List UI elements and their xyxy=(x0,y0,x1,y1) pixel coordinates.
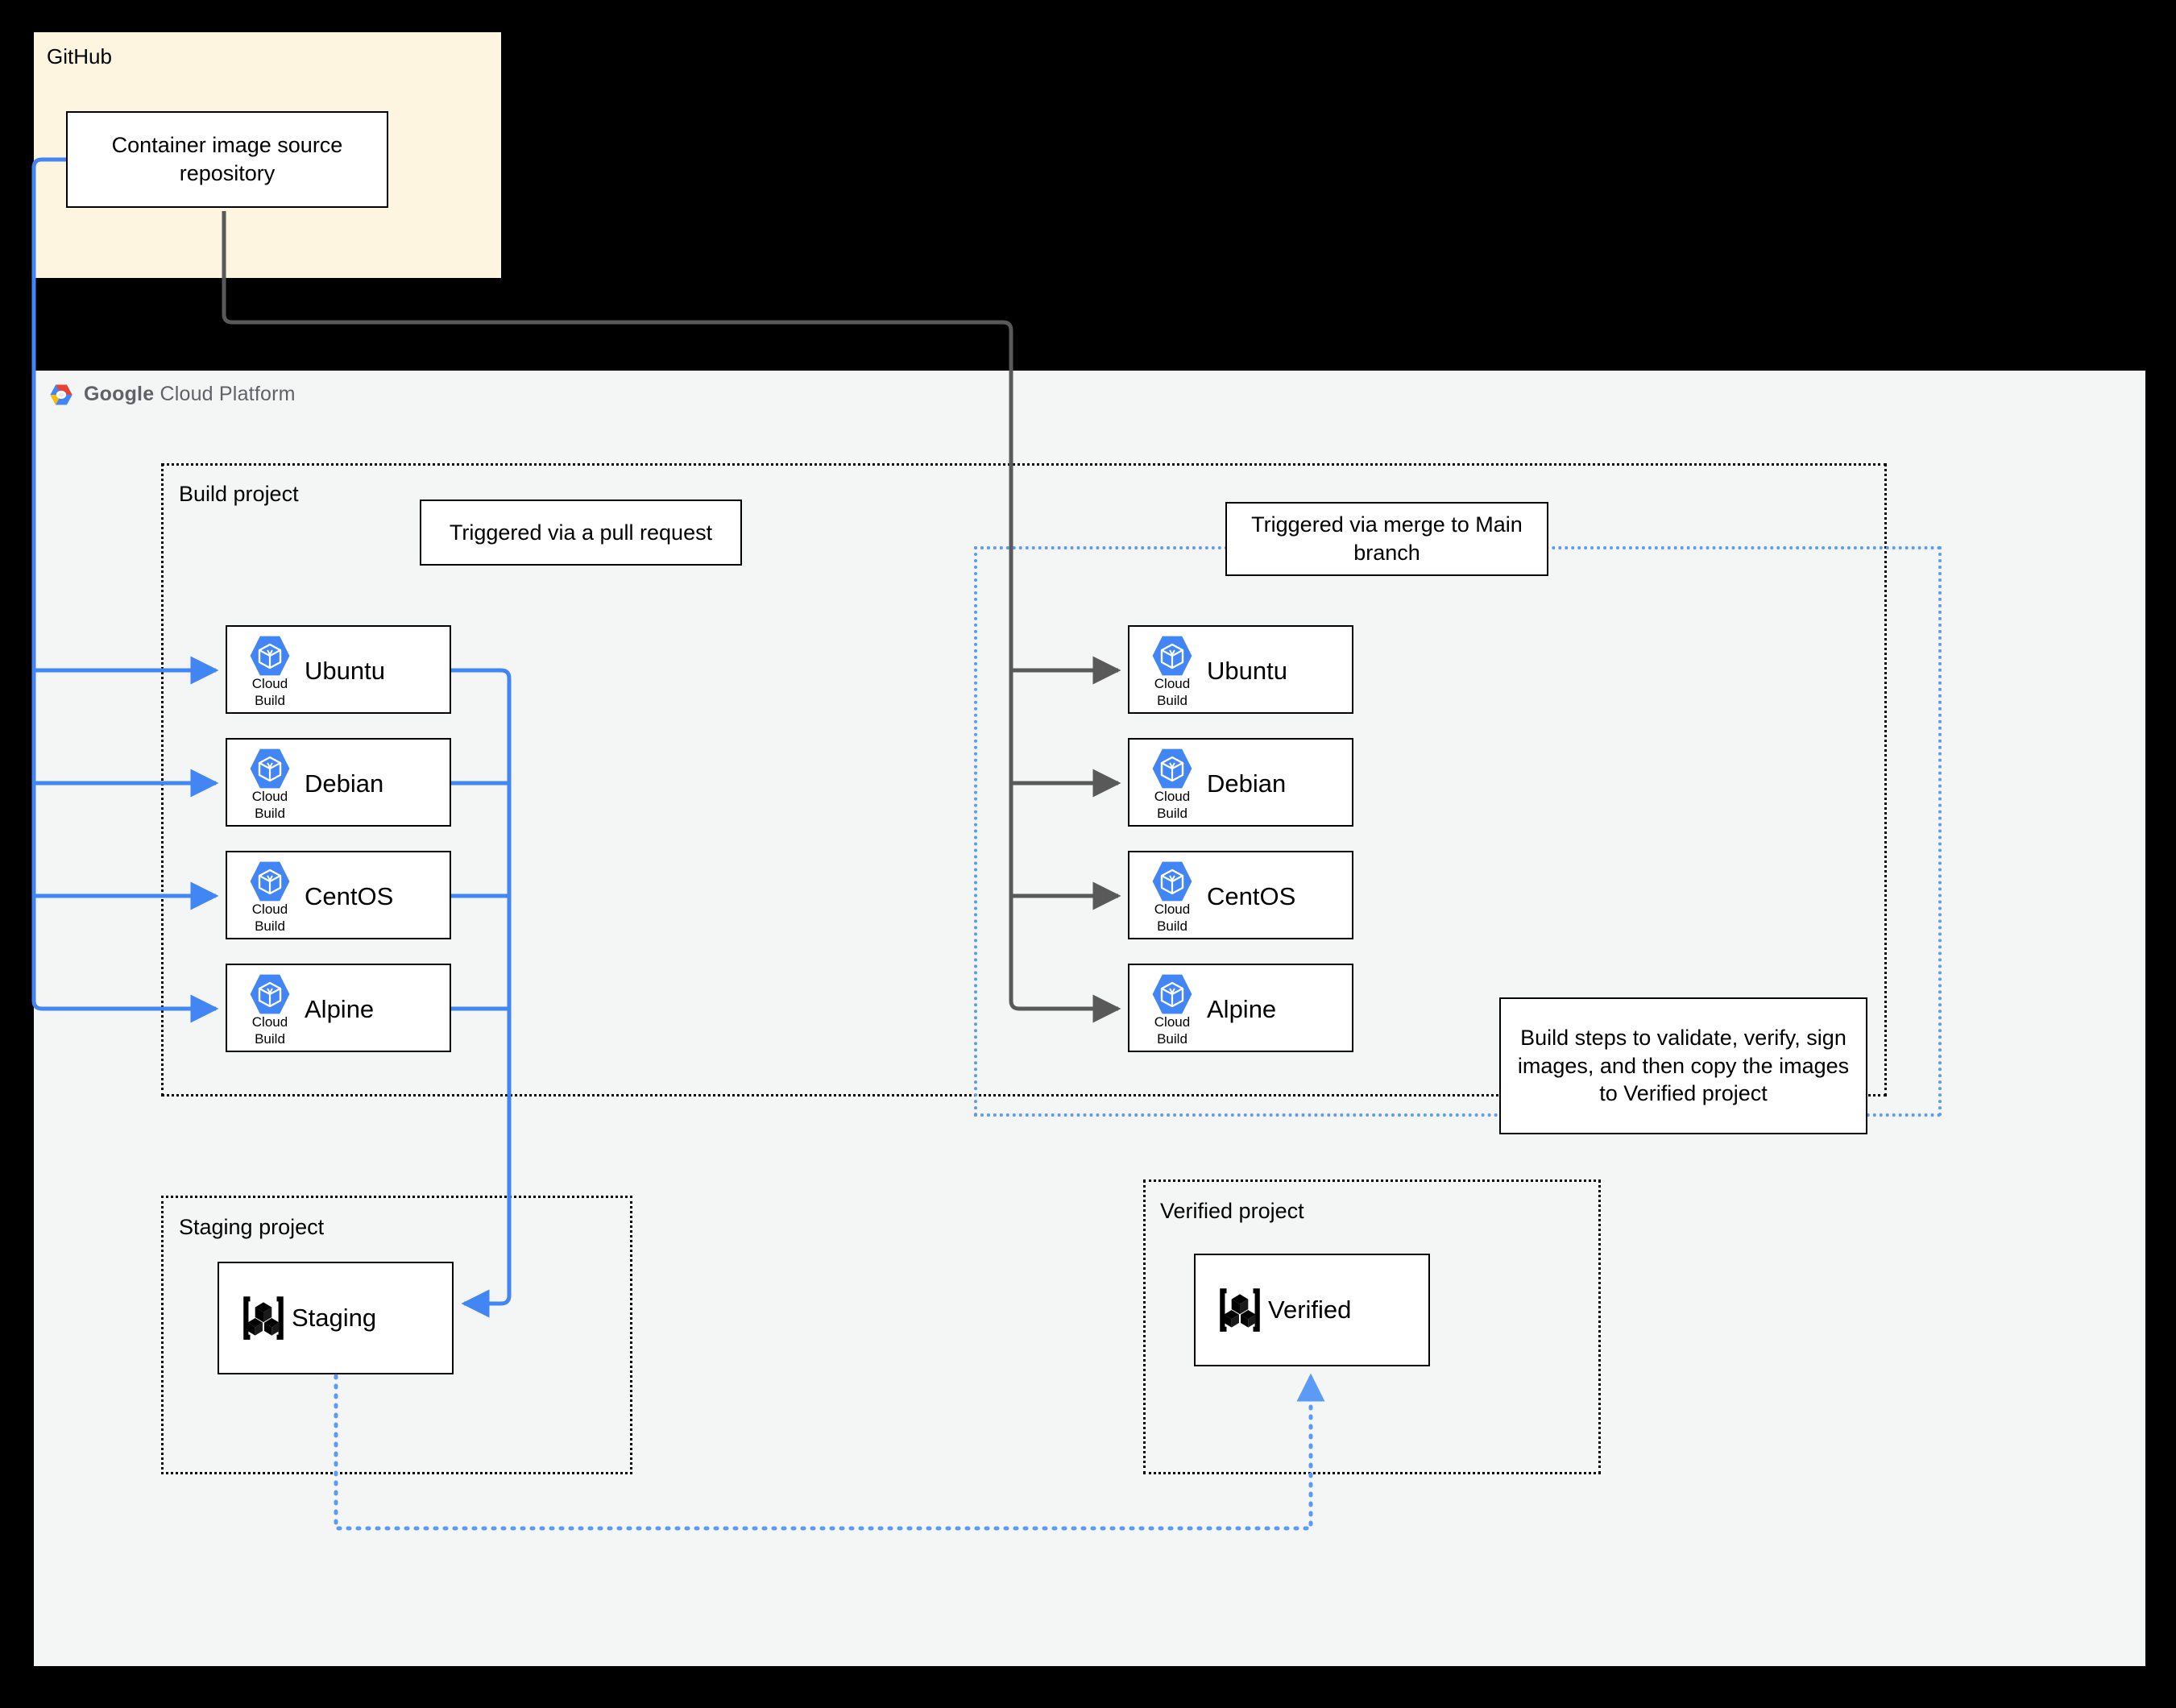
cloud-build-icon xyxy=(250,748,290,789)
cloud-build-node-ubuntu-main[interactable]: Cloud Build Ubuntu xyxy=(1128,625,1353,714)
cloud-build-node-debian-pr[interactable]: Cloud Build Debian xyxy=(226,738,451,827)
cloud-build-sublabel: Cloud Build xyxy=(241,788,299,823)
cloud-build-node-debian-main[interactable]: Cloud Build Debian xyxy=(1128,738,1353,827)
cloud-build-node-label: Alpine xyxy=(305,995,375,1023)
cloud-build-node-label: Ubuntu xyxy=(305,657,385,685)
cloud-build-node-centos-main[interactable]: Cloud Build CentOS xyxy=(1128,851,1353,939)
gcp-logo-row: Google Cloud Platform xyxy=(48,383,296,406)
cloud-build-sublabel-line2: Build xyxy=(1157,1031,1187,1047)
cloud-build-sublabel-line1: Cloud xyxy=(251,1014,288,1030)
cloud-build-sublabel: Cloud Build xyxy=(241,901,299,935)
cloud-build-sublabel: Cloud Build xyxy=(1143,675,1201,710)
verified-project-label: Verified project xyxy=(1160,1199,1304,1223)
cloud-build-icon-wrap: Cloud Build xyxy=(1143,973,1201,1047)
cloud-build-icon xyxy=(1152,748,1192,789)
cloud-build-sublabel-line1: Cloud xyxy=(1154,789,1191,804)
cloud-build-node-label: Ubuntu xyxy=(1207,657,1287,685)
container-image-source-repository-box[interactable]: Container image source repository xyxy=(66,111,388,208)
cloud-build-sublabel-line2: Build xyxy=(1157,918,1187,935)
artifact-registry-label: Staging xyxy=(292,1304,377,1332)
cloud-build-icon-wrap: Cloud Build xyxy=(241,973,299,1047)
cloud-build-sublabel-line2: Build xyxy=(255,693,285,709)
cloud-build-icon-wrap: Cloud Build xyxy=(241,860,299,935)
cloud-build-icon-wrap: Cloud Build xyxy=(1143,748,1201,822)
cloud-build-sublabel-line1: Cloud xyxy=(1154,676,1191,691)
diagram-canvas: GitHub Container image source repository… xyxy=(0,0,2176,1708)
artifact-registry-label: Verified xyxy=(1268,1296,1352,1324)
cloud-build-sublabel: Cloud Build xyxy=(241,1014,299,1048)
cloud-build-sublabel-line2: Build xyxy=(255,1031,285,1047)
cloud-build-sublabel: Cloud Build xyxy=(241,675,299,710)
google-cloud-platform-logo-icon xyxy=(50,384,73,404)
cloud-build-icon-wrap: Cloud Build xyxy=(241,635,299,709)
cloud-build-sublabel-line1: Cloud xyxy=(251,789,288,804)
cloud-build-sublabel-line1: Cloud xyxy=(1154,902,1191,917)
cloud-build-sublabel: Cloud Build xyxy=(1143,901,1201,935)
cloud-build-icon xyxy=(1152,636,1192,676)
cloud-build-node-ubuntu-pr[interactable]: Cloud Build Ubuntu xyxy=(226,625,451,714)
gcp-logo-suffix: Cloud Platform xyxy=(160,383,296,405)
merge-main-trigger-note: Triggered via merge to Main branch xyxy=(1225,502,1548,576)
cloud-build-node-label: Debian xyxy=(305,769,384,798)
pull-request-trigger-note: Triggered via a pull request xyxy=(420,500,742,566)
cloud-build-icon xyxy=(1152,861,1192,902)
cloud-build-sublabel-line2: Build xyxy=(255,918,285,935)
artifact-registry-node-verified[interactable]: Verified xyxy=(1194,1254,1430,1366)
cloud-build-sublabel: Cloud Build xyxy=(1143,788,1201,823)
cloud-build-sublabel-line1: Cloud xyxy=(251,902,288,917)
cloud-build-icon xyxy=(250,974,290,1014)
artifact-registry-icon xyxy=(243,1296,284,1340)
cloud-build-node-label: Alpine xyxy=(1207,995,1277,1023)
cloud-build-icon-wrap: Cloud Build xyxy=(241,748,299,822)
artifact-registry-icon xyxy=(1220,1288,1260,1332)
cloud-build-icon xyxy=(250,861,290,902)
cloud-build-icon xyxy=(1152,974,1192,1014)
gcp-logo-brand: Google xyxy=(84,383,155,405)
build-project-label: Build project xyxy=(179,482,299,506)
cloud-build-sublabel-line2: Build xyxy=(255,806,285,822)
cloud-build-icon xyxy=(250,636,290,676)
staging-project-label: Staging project xyxy=(179,1215,325,1239)
cloud-build-icon-wrap: Cloud Build xyxy=(1143,635,1201,709)
cloud-build-node-label: CentOS xyxy=(1207,882,1296,910)
cloud-build-icon-wrap: Cloud Build xyxy=(1143,860,1201,935)
cloud-build-sublabel-line2: Build xyxy=(1157,693,1187,709)
cloud-build-node-centos-pr[interactable]: Cloud Build CentOS xyxy=(226,851,451,939)
cloud-build-node-alpine-pr[interactable]: Cloud Build Alpine xyxy=(226,964,451,1052)
cloud-build-sublabel-line2: Build xyxy=(1157,806,1187,822)
cloud-build-sublabel-line1: Cloud xyxy=(1154,1014,1191,1030)
cloud-build-node-label: Debian xyxy=(1207,769,1287,798)
cloud-build-node-alpine-main[interactable]: Cloud Build Alpine xyxy=(1128,964,1353,1052)
cloud-build-node-label: CentOS xyxy=(305,882,394,910)
github-label: GitHub xyxy=(47,44,112,68)
artifact-registry-node-staging[interactable]: Staging xyxy=(218,1262,454,1374)
build-steps-note: Build steps to validate, verify, sign im… xyxy=(1499,997,1867,1134)
gcp-logo-text: Google Cloud Platform xyxy=(84,383,296,406)
cloud-build-sublabel: Cloud Build xyxy=(1143,1014,1201,1048)
cloud-build-sublabel-line1: Cloud xyxy=(251,676,288,691)
